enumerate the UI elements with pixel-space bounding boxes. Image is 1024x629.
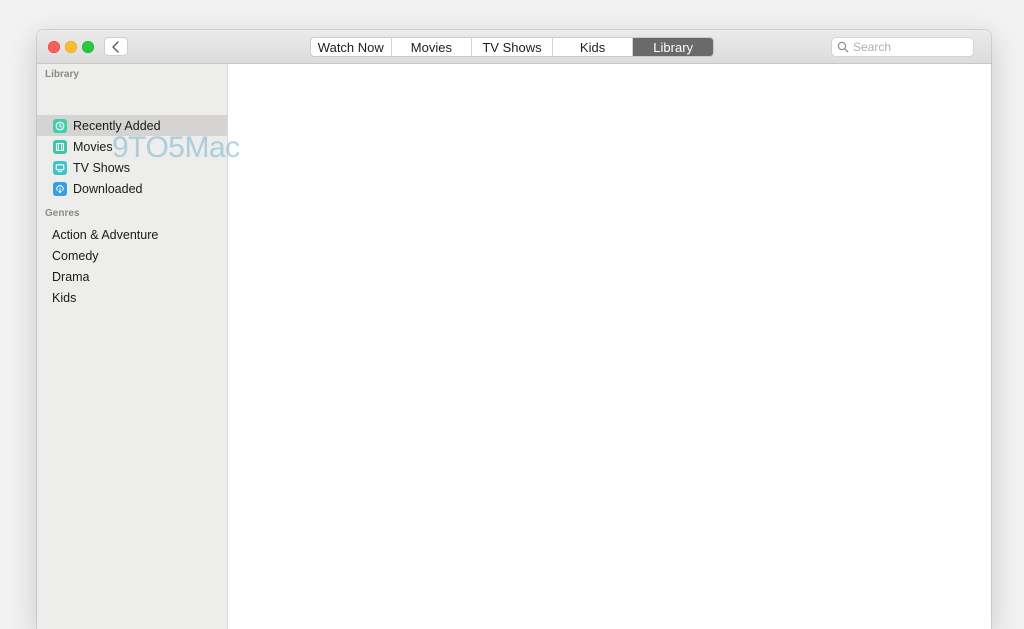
sidebar-item-comedy[interactable]: Comedy bbox=[37, 245, 227, 266]
sidebar-item-drama[interactable]: Drama bbox=[37, 266, 227, 287]
tab-library[interactable]: Library bbox=[633, 38, 713, 56]
sidebar-item-action-adventure[interactable]: Action & Adventure bbox=[37, 224, 227, 245]
sidebar-item-kids[interactable]: Kids bbox=[37, 287, 227, 308]
main-content bbox=[228, 64, 991, 629]
film-icon bbox=[53, 139, 67, 154]
search-input[interactable] bbox=[853, 40, 963, 54]
minimize-window-button[interactable] bbox=[65, 41, 77, 53]
download-icon bbox=[53, 181, 67, 196]
library-section-header: Library bbox=[45, 69, 79, 80]
search-icon bbox=[837, 41, 849, 53]
genres-section-header: Genres bbox=[45, 208, 80, 219]
sidebar-item-label: Movies bbox=[73, 139, 113, 154]
tab-tv-shows[interactable]: TV Shows bbox=[472, 38, 553, 56]
tab-kids[interactable]: Kids bbox=[553, 38, 634, 56]
tab-watch-now[interactable]: Watch Now bbox=[311, 38, 392, 56]
back-button[interactable] bbox=[104, 37, 128, 56]
chevron-left-icon bbox=[112, 40, 119, 53]
app-window: Watch Now Movies TV Shows Kids Library L… bbox=[37, 30, 991, 629]
watermark: 9TO5Mac bbox=[112, 131, 240, 164]
search-field[interactable] bbox=[831, 37, 974, 57]
section-tabs: Watch Now Movies TV Shows Kids Library bbox=[310, 37, 714, 57]
clock-icon bbox=[53, 118, 67, 133]
tab-movies[interactable]: Movies bbox=[392, 38, 473, 56]
sidebar-item-downloaded[interactable]: Downloaded bbox=[37, 178, 227, 199]
zoom-window-button[interactable] bbox=[82, 41, 94, 53]
tv-icon bbox=[53, 160, 67, 175]
close-window-button[interactable] bbox=[48, 41, 60, 53]
sidebar-item-label: Downloaded bbox=[73, 181, 143, 196]
title-bar: Watch Now Movies TV Shows Kids Library bbox=[37, 30, 991, 64]
